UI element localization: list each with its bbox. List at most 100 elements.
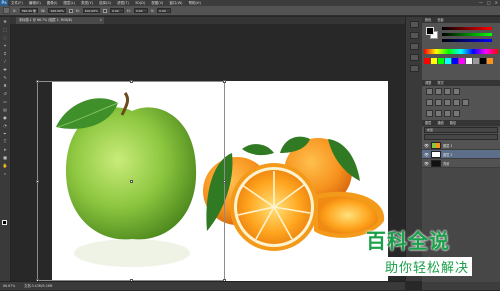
zoom-icon[interactable]: ⌕ [2,171,9,177]
stamp-icon[interactable]: ♜ [2,83,9,89]
swatch[interactable] [424,58,430,64]
color-balance-icon[interactable] [444,99,451,106]
blend-mode-row[interactable] [424,134,498,140]
character-panel-icon[interactable] [409,54,419,61]
color-spectrum[interactable] [424,49,498,54]
move-icon[interactable]: ✥ [2,19,9,25]
shape-icon[interactable]: ■ [2,155,9,161]
dodge-icon[interactable]: ◔ [2,123,9,129]
history-panel-icon[interactable] [409,21,419,28]
magic-wand-icon[interactable]: ✦ [2,43,9,49]
threshold-icon[interactable] [444,110,451,117]
menu-help[interactable]: 帮助(H) [186,1,204,6]
crop-icon[interactable]: ⌗ [2,51,9,57]
hue-saturation-icon[interactable] [435,99,442,106]
vibrance-icon[interactable] [426,99,433,106]
transform-handle[interactable] [223,80,226,83]
swatch[interactable] [452,58,458,64]
swatch[interactable] [431,58,437,64]
close-tab-icon[interactable]: × [99,17,102,24]
blur-icon[interactable]: ● [2,115,9,121]
tab-layers[interactable]: 图层 [425,120,431,126]
layer-filter[interactable]: 类型 [424,127,498,133]
visibility-eye-icon[interactable]: 👁 [424,152,429,157]
lasso-icon[interactable]: ◌ [2,35,9,41]
angle-field[interactable]: 0.00 [110,8,124,13]
layer-name[interactable]: 图层 1 [443,143,452,148]
type-icon[interactable]: T [2,139,9,145]
document-tab[interactable]: 未标题-1 @ 66.7% (图层 1, RGB/8) × [16,17,104,24]
layer-row[interactable]: 👁 背景 [422,159,500,168]
menu-layer[interactable]: 图层(L) [60,1,78,6]
x-field[interactable]: 390.00 像 [19,8,39,13]
menu-image[interactable]: 图像(I) [44,1,61,6]
layer-name[interactable]: 背景 [443,161,449,166]
move-tool-icon[interactable] [3,7,10,14]
brush-icon[interactable]: ✎ [2,75,9,81]
menu-file[interactable]: 文件(F) [8,1,26,6]
paragraph-panel-icon[interactable] [409,65,419,72]
layer-row[interactable]: 👁 图层 1 [422,141,500,150]
visibility-eye-icon[interactable]: 👁 [424,143,429,148]
red-slider[interactable] [442,27,492,30]
black-white-icon[interactable] [453,99,460,106]
properties-panel-icon[interactable] [409,32,419,39]
link-icon[interactable] [68,8,73,13]
marquee-icon[interactable]: ⬚ [2,27,9,33]
swatch[interactable] [445,58,451,64]
info-panel-icon[interactable] [409,43,419,50]
swatch[interactable] [459,58,465,64]
brightness-icon[interactable] [426,88,433,95]
posterize-icon[interactable] [435,110,442,117]
workspace[interactable] [11,24,405,282]
levels-icon[interactable] [435,88,442,95]
h-field[interactable]: 100.00% [82,8,100,13]
healing-icon[interactable]: ✚ [2,67,9,73]
foreground-background-swatch[interactable] [2,220,9,227]
tab-channels[interactable]: 通道 [437,120,443,126]
photo-filter-icon[interactable] [462,99,469,106]
exposure-icon[interactable] [453,88,460,95]
visibility-eye-icon[interactable]: 👁 [424,161,429,166]
swatch[interactable] [480,58,486,64]
transform-handle[interactable] [223,180,226,183]
foreground-swatch[interactable] [426,27,434,35]
skew-v-field[interactable]: 0.00 [157,8,172,13]
green-slider[interactable] [442,33,492,36]
gradient-map-icon[interactable] [453,110,460,117]
layer-row[interactable]: 👁 图层 2 [422,150,500,159]
transform-bounding-box[interactable] [36,80,226,282]
blue-slider[interactable] [442,39,492,42]
swatch[interactable] [466,58,472,64]
w-field[interactable]: 100.00% [48,8,66,13]
menu-window[interactable]: 窗口(W) [166,1,185,6]
menu-edit[interactable]: 编辑(E) [26,1,44,6]
foreground-color[interactable] [2,220,7,225]
menu-view[interactable]: 视图(V) [148,1,166,6]
adjustments-panel [422,86,500,120]
gradient-icon[interactable]: ▤ [2,107,9,113]
layer-name[interactable]: 图层 2 [443,152,452,157]
eyedropper-icon[interactable]: ⁄ [2,59,9,65]
transform-handle[interactable] [130,180,133,183]
history-brush-icon[interactable]: ↺ [2,91,9,97]
path-select-icon[interactable]: ➤ [2,147,9,153]
tab-paths[interactable]: 路径 [450,120,456,126]
pen-icon[interactable]: ✒ [2,131,9,137]
menu-3d[interactable]: 3D(D) [132,1,148,5]
swatch[interactable] [487,58,493,64]
transform-handle[interactable] [36,180,39,183]
skew-h-field[interactable]: 0.00 [133,8,148,13]
transform-handle[interactable] [130,80,133,83]
hand-icon[interactable]: ✋ [2,163,9,169]
invert-icon[interactable] [426,110,433,117]
swatch[interactable] [473,58,479,64]
transform-handle[interactable] [36,80,39,83]
menu-type[interactable]: 类型(Y) [78,1,96,6]
zoom-level[interactable]: 66.67% [3,284,15,288]
menu-filter[interactable]: 滤镜(T) [114,1,132,6]
eraser-icon[interactable]: ▭ [2,99,9,105]
swatch[interactable] [438,58,444,64]
menu-select[interactable]: 选择(S) [96,1,114,6]
curves-icon[interactable] [444,88,451,95]
